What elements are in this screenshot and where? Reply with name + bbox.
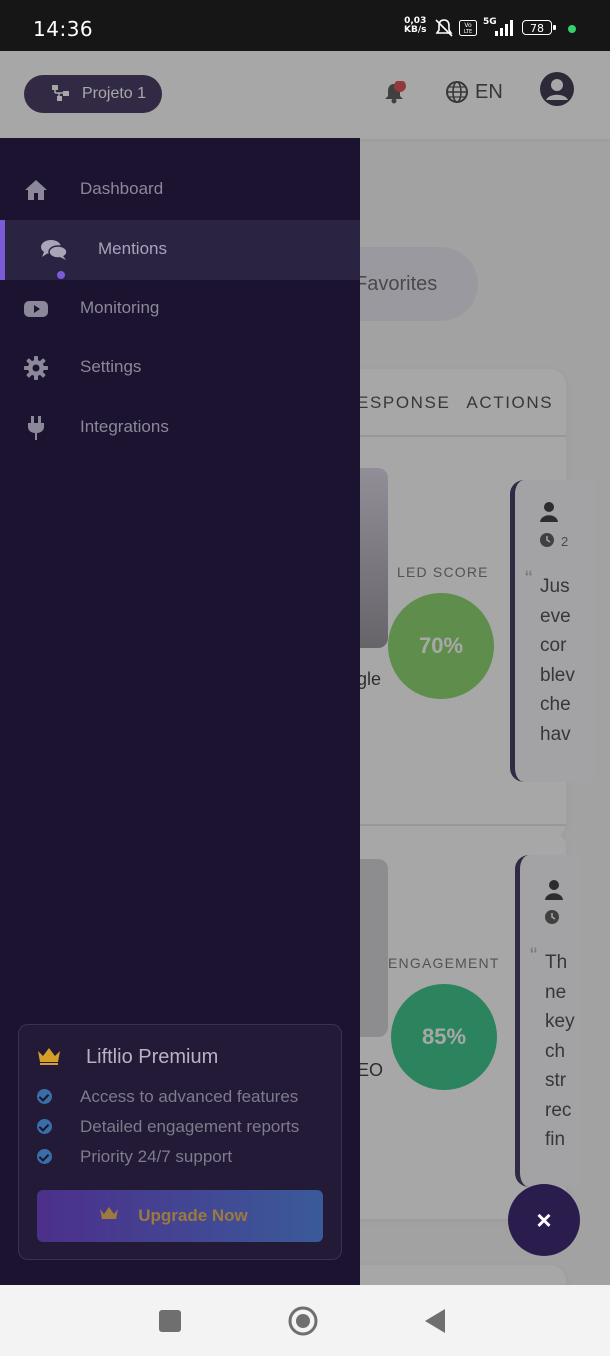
sidebar-item-monitoring[interactable]: Monitoring [0,279,360,339]
sidebar-item-label: Dashboard [80,179,164,198]
status-bar: 14:36 0,03 KB/s Vo LTE 5G 78 [0,0,610,51]
privacy-dot [568,25,576,33]
plug-icon [28,416,44,440]
sidebar-item-mentions[interactable]: Mentions [0,220,360,280]
sidebar-item-integrations[interactable]: Integrations [0,398,360,458]
sidebar-item-label: Monitoring [80,298,160,317]
network-speed: 0,03 KB/s [404,16,427,35]
check-circle-icon [37,1119,52,1134]
volte-icon: Vo LTE [459,20,477,36]
upgrade-now-button[interactable]: Upgrade Now [37,1190,323,1242]
system-navigation-bar [0,1285,610,1356]
sidebar-item-dashboard[interactable]: Dashboard [0,160,360,220]
sidebar-item-label: Integrations [80,417,169,436]
sidebar-item-settings[interactable]: Settings [0,338,360,398]
mute-bell-icon [435,19,453,37]
side-drawer: Dashboard Mentions Monitoring Settings I… [0,138,360,1285]
back-button[interactable] [423,1308,447,1334]
sidebar-item-label: Settings [80,357,142,376]
premium-title: Liftlio Premium [86,1046,219,1068]
sidebar-item-label: Mentions [98,239,167,258]
status-time: 14:36 [33,17,94,41]
active-dot [57,271,65,279]
home-icon [25,180,47,200]
battery-indicator: 78 [522,20,556,35]
check-circle-icon [37,1089,52,1104]
close-fab-button[interactable]: × [508,1184,580,1256]
svg-text:LTE: LTE [464,29,472,35]
gear-icon [24,356,48,380]
active-indicator [0,220,5,280]
crown-icon [100,1207,118,1219]
home-button[interactable] [287,1305,319,1337]
signal-icon [495,20,513,36]
check-circle-icon [37,1149,52,1164]
recents-button[interactable] [159,1310,181,1332]
premium-card: Liftlio Premium Access to advanced featu… [18,1024,342,1260]
comments-icon [41,240,68,260]
upgrade-button-label: Upgrade Now [138,1206,248,1225]
youtube-icon [24,301,48,317]
svg-text:Vo: Vo [464,22,472,29]
crown-icon [38,1048,60,1065]
